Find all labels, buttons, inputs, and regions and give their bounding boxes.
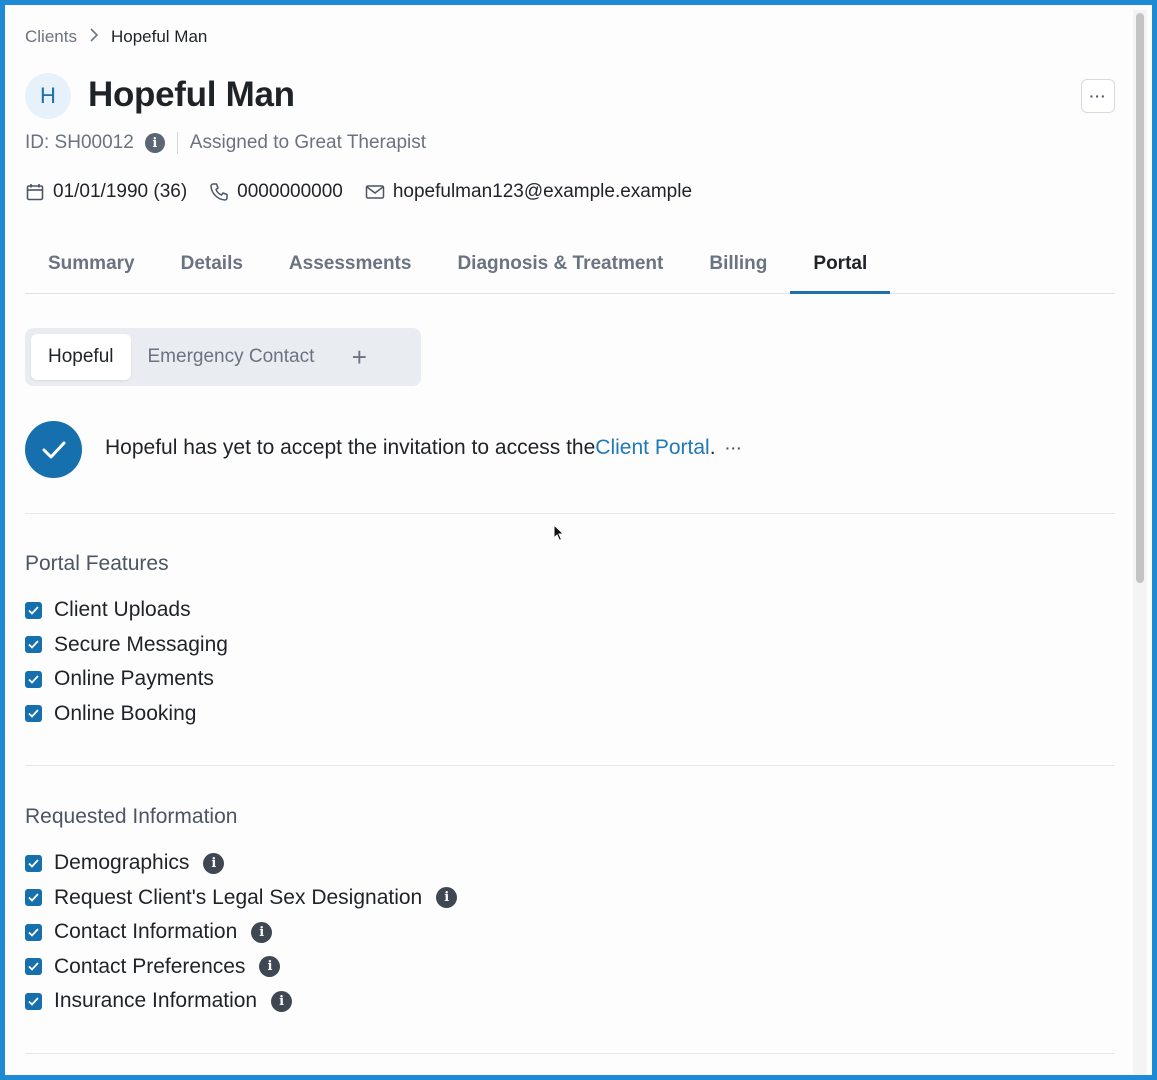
calendar-icon (25, 182, 45, 202)
invitation-message: Hopeful has yet to accept the invitation… (105, 436, 596, 459)
list-item[interactable]: Request Client's Legal Sex Designation i (25, 881, 458, 916)
checkbox-label: Client Uploads (54, 598, 191, 622)
info-icon[interactable]: i (271, 990, 293, 1012)
invitation-status: Hopeful has yet to accept the invitation… (105, 436, 743, 460)
checkbox-contact-preferences[interactable] (25, 958, 42, 976)
more-actions-button[interactable]: ··· (1081, 79, 1115, 113)
checkbox-demographics[interactable] (25, 854, 42, 872)
breadcrumb-clients-link[interactable]: Clients (25, 27, 77, 47)
email-text[interactable]: hopefulman123@example.example (393, 181, 692, 203)
page-title: Hopeful Man (88, 75, 295, 114)
phone: 0000000000 (209, 181, 343, 203)
breadcrumb: Clients Hopeful Man (25, 27, 207, 47)
client-portal-link[interactable]: Client Portal (595, 436, 709, 460)
tab-billing[interactable]: Billing (686, 235, 790, 293)
chevron-right-icon (89, 28, 99, 46)
tab-summary[interactable]: Summary (25, 235, 158, 293)
checkbox-legal-sex-designation[interactable] (25, 889, 42, 907)
app-window: Clients Hopeful Man H Hopeful Man ··· ID… (0, 0, 1157, 1080)
email: hopefulman123@example.example (365, 181, 692, 203)
dob-text: 01/01/1990 (36) (53, 181, 188, 202)
segment-hopeful[interactable]: Hopeful (31, 334, 131, 380)
more-horizontal-icon[interactable]: ··· (726, 440, 743, 456)
checkbox-online-booking[interactable] (25, 705, 42, 723)
client-id: ID: SH00012 (25, 132, 134, 153)
list-item[interactable]: Secure Messaging (25, 628, 228, 663)
checkbox-label: Online Payments (54, 667, 214, 691)
portal-features-title: Portal Features (25, 552, 169, 575)
scrollbar[interactable] (1133, 10, 1147, 1075)
invitation-suffix: . (709, 436, 716, 459)
cursor-icon (553, 523, 565, 547)
info-icon[interactable]: i (203, 852, 225, 874)
checkbox-secure-messaging[interactable] (25, 636, 42, 654)
checkbox-label: Insurance Information (54, 989, 258, 1013)
portal-features-list: Client Uploads Secure Messaging Online P… (25, 593, 228, 731)
list-item[interactable]: Demographics i (25, 846, 457, 881)
tab-details[interactable]: Details (158, 235, 266, 293)
segment-emergency-contact[interactable]: Emergency Contact (131, 334, 332, 380)
checkbox-label: Secure Messaging (54, 632, 228, 656)
contact-switcher: Hopeful Emergency Contact + (25, 328, 421, 386)
list-item[interactable]: Insurance Information i (25, 984, 457, 1019)
divider (176, 132, 178, 154)
checkbox-label: Contact Information (54, 920, 238, 944)
checkbox-insurance-information[interactable] (25, 992, 42, 1010)
tab-portal[interactable]: Portal (790, 235, 891, 294)
divider (25, 765, 1115, 766)
checkbox-client-uploads[interactable] (25, 601, 42, 619)
checkbox-contact-information[interactable] (25, 923, 42, 941)
tab-diagnosis-treatment[interactable]: Diagnosis & Treatment (434, 235, 686, 293)
tab-assessments[interactable]: Assessments (266, 235, 435, 293)
checkbox-label: Online Booking (54, 701, 197, 725)
breadcrumb-current: Hopeful Man (110, 27, 208, 46)
assigned-therapist: Assigned to Great Therapist (189, 132, 427, 153)
date-of-birth: 01/01/1990 (36) (25, 181, 187, 203)
phone-icon (209, 182, 229, 202)
list-item[interactable]: Contact Information i (25, 915, 457, 950)
checkbox-online-payments[interactable] (25, 670, 42, 688)
scrollbar-thumb[interactable] (1136, 13, 1144, 583)
list-item[interactable]: Online Payments (25, 662, 228, 697)
requested-information-title: Requested Information (25, 805, 238, 828)
list-item[interactable]: Client Uploads (25, 593, 228, 628)
requested-information-list: Demographics i Request Client's Legal Se… (25, 846, 458, 1019)
client-meta: ID: SH00012 i Assigned to Great Therapis… (25, 132, 426, 154)
avatar: H (25, 73, 71, 119)
info-icon[interactable]: i (144, 133, 165, 153)
checkbox-label: Request Client's Legal Sex Designation (54, 885, 423, 909)
divider (25, 1053, 1115, 1054)
mail-icon (365, 182, 385, 202)
check-icon (25, 421, 82, 478)
more-horizontal-icon: ··· (1089, 88, 1107, 104)
list-item[interactable]: Online Booking (25, 697, 228, 732)
tab-bar: Summary Details Assessments Diagnosis & … (25, 235, 1115, 294)
info-icon[interactable]: i (259, 956, 281, 978)
phone-text[interactable]: 0000000000 (237, 181, 343, 203)
list-item[interactable]: Contact Preferences i (25, 950, 457, 985)
contact-row: 01/01/1990 (36) 0000000000 hopefulman123… (25, 181, 714, 203)
divider (25, 513, 1115, 514)
plus-icon[interactable]: + (339, 334, 379, 380)
info-icon[interactable]: i (436, 887, 458, 909)
checkbox-label: Contact Preferences (54, 954, 246, 978)
checkbox-label: Demographics (54, 851, 190, 875)
info-icon[interactable]: i (251, 921, 273, 943)
